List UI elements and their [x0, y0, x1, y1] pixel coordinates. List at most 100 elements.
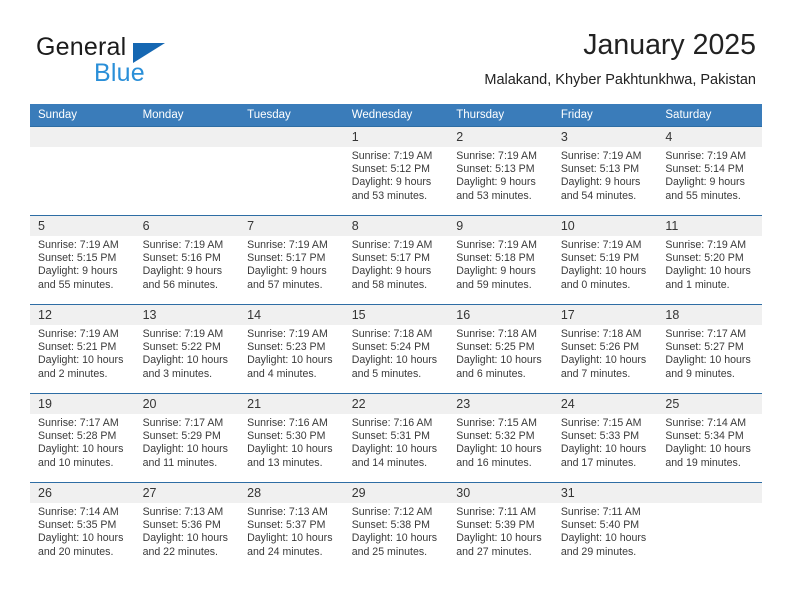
calendar-day-cell[interactable]: 10 Sunrise: 7:19 AM Sunset: 5:19 PM Dayligh…	[552, 215, 658, 305]
sunset-text: Sunset: 5:32 PM	[456, 430, 535, 443]
sunrise-text: Sunrise: 7:12 AM	[351, 506, 433, 518]
calendar-day-cell[interactable]: 19 Sunrise: 7:17 AM Sunset: 5:28 PM Dayligh…	[30, 393, 135, 483]
calendar-day-cell[interactable]: 25 Sunrise: 7:14 AM Sunset: 5:34 PM Dayligh…	[657, 393, 762, 483]
calendar-day-cell[interactable]: 5 Sunrise: 7:19 AM Sunset: 5:15 PM Daylight…	[30, 215, 135, 305]
sunset-text: Sunset: 5:30 PM	[247, 430, 326, 443]
daylight-text-line1: Daylight: 10 hours	[456, 443, 542, 456]
day-number: 3	[552, 127, 658, 147]
calendar-day-cell[interactable]: 29 Sunrise: 7:12 AM Sunset: 5:38 PM Dayligh…	[343, 482, 449, 571]
calendar-day-cell[interactable]: 2 Sunrise: 7:19 AM Sunset: 5:13 PM Daylight…	[448, 126, 553, 216]
sunrise-text: Sunrise: 7:11 AM	[456, 506, 537, 518]
calendar-day-cell[interactable]: 13 Sunrise: 7:19 AM Sunset: 5:22 PM Dayligh…	[134, 304, 240, 394]
calendar-day-cell[interactable]: 14 Sunrise: 7:19 AM Sunset: 5:23 PM Dayligh…	[239, 304, 344, 394]
day-number: 10	[552, 216, 658, 236]
sunrise-text: Sunrise: 7:17 AM	[665, 328, 747, 340]
day-sun-details: Sunrise: 7:17 AM Sunset: 5:28 PM Daylight:…	[30, 414, 135, 470]
daylight-text-line2: and 53 minutes.	[351, 189, 428, 202]
day-number: 8	[343, 216, 449, 236]
calendar-empty-cell	[239, 126, 344, 216]
sunrise-text: Sunrise: 7:17 AM	[38, 417, 119, 429]
daylight-text-line1: Daylight: 10 hours	[560, 532, 647, 545]
day-sun-details: Sunrise: 7:17 AM Sunset: 5:29 PM Daylight:…	[135, 414, 240, 470]
day-number: 2	[448, 127, 553, 147]
sunset-text: Sunset: 5:14 PM	[665, 163, 744, 176]
calendar-week-row: 12 Sunrise: 7:19 AM Sunset: 5:21 PM Dayligh…	[30, 304, 762, 394]
calendar-empty-cell	[30, 126, 135, 216]
sunset-text: Sunset: 5:24 PM	[351, 341, 431, 354]
daylight-text-line2: and 25 minutes.	[351, 545, 428, 558]
sunrise-text: Sunrise: 7:15 AM	[456, 417, 537, 429]
sunrise-text: Sunrise: 7:19 AM	[142, 328, 224, 340]
calendar-day-cell[interactable]: 20 Sunrise: 7:17 AM Sunset: 5:29 PM Dayligh…	[134, 393, 240, 483]
sunset-text: Sunset: 5:13 PM	[560, 163, 640, 176]
sunset-text: Sunset: 5:12 PM	[351, 163, 431, 176]
daylight-text-line2: and 20 minutes.	[38, 545, 114, 558]
sunset-text: Sunset: 5:17 PM	[351, 252, 431, 265]
calendar-day-cell[interactable]: 17 Sunrise: 7:18 AM Sunset: 5:26 PM Dayligh…	[552, 304, 658, 394]
day-sun-details: Sunrise: 7:19 AM Sunset: 5:22 PM Daylight:…	[135, 325, 240, 381]
calendar-day-cell[interactable]: 1 Sunrise: 7:19 AM Sunset: 5:12 PM Daylight…	[343, 126, 449, 216]
day-sun-details: Sunrise: 7:19 AM Sunset: 5:12 PM Daylight:…	[344, 147, 449, 203]
day-sun-details: Sunrise: 7:19 AM Sunset: 5:20 PM Daylight:…	[657, 236, 762, 292]
calendar-day-cell[interactable]: 16 Sunrise: 7:18 AM Sunset: 5:25 PM Dayligh…	[448, 304, 553, 394]
daylight-text-line1: Daylight: 10 hours	[247, 354, 333, 367]
daylight-text-line2: and 2 minutes.	[38, 367, 108, 380]
day-sun-details: Sunrise: 7:18 AM Sunset: 5:26 PM Daylight:…	[553, 325, 658, 381]
daylight-text-line2: and 6 minutes.	[456, 367, 526, 380]
sunrise-text: Sunrise: 7:18 AM	[456, 328, 537, 340]
calendar-day-cell[interactable]: 4 Sunrise: 7:19 AM Sunset: 5:14 PM Daylight…	[657, 126, 762, 216]
sunrise-text: Sunrise: 7:19 AM	[247, 239, 328, 251]
calendar-day-cell[interactable]: 21 Sunrise: 7:16 AM Sunset: 5:30 PM Dayligh…	[239, 393, 344, 483]
day-number: 25	[657, 394, 762, 414]
day-number: 15	[343, 305, 449, 325]
daylight-text-line2: and 16 minutes.	[456, 456, 532, 469]
calendar-day-cell[interactable]: 22 Sunrise: 7:16 AM Sunset: 5:31 PM Dayligh…	[343, 393, 449, 483]
calendar-day-cell[interactable]: 18 Sunrise: 7:17 AM Sunset: 5:27 PM Dayligh…	[657, 304, 762, 394]
daylight-text-line2: and 9 minutes.	[665, 367, 735, 380]
calendar-day-cell[interactable]: 15 Sunrise: 7:18 AM Sunset: 5:24 PM Dayligh…	[343, 304, 449, 394]
sunset-text: Sunset: 5:20 PM	[665, 252, 744, 265]
day-sun-details: Sunrise: 7:18 AM Sunset: 5:24 PM Daylight:…	[344, 325, 449, 381]
calendar-day-cell[interactable]: 24 Sunrise: 7:15 AM Sunset: 5:33 PM Dayligh…	[552, 393, 658, 483]
page-subtitle: Malakand, Khyber Pakhtunkhwa, Pakistan	[484, 72, 756, 88]
calendar-day-cell[interactable]: 7 Sunrise: 7:19 AM Sunset: 5:17 PM Daylight…	[239, 215, 344, 305]
day-number: 18	[657, 305, 762, 325]
day-number: 30	[448, 483, 553, 503]
daylight-text-line2: and 56 minutes.	[142, 278, 218, 291]
day-number: 16	[448, 305, 553, 325]
day-sun-details: Sunrise: 7:19 AM Sunset: 5:18 PM Daylight:…	[448, 236, 553, 292]
brand-logo[interactable]: General Blue	[36, 33, 256, 89]
calendar-day-cell[interactable]: 28 Sunrise: 7:13 AM Sunset: 5:37 PM Dayligh…	[239, 482, 344, 571]
calendar-day-cell[interactable]: 6 Sunrise: 7:19 AM Sunset: 5:16 PM Daylight…	[134, 215, 240, 305]
calendar-day-cell[interactable]: 30 Sunrise: 7:11 AM Sunset: 5:39 PM Dayligh…	[448, 482, 553, 571]
calendar-day-cell[interactable]: 3 Sunrise: 7:19 AM Sunset: 5:13 PM Daylight…	[552, 126, 658, 216]
calendar-week-row: 26 Sunrise: 7:14 AM Sunset: 5:35 PM Dayligh…	[30, 482, 762, 571]
sunrise-text: Sunrise: 7:17 AM	[142, 417, 224, 429]
calendar-day-cell[interactable]: 23 Sunrise: 7:15 AM Sunset: 5:32 PM Dayligh…	[448, 393, 553, 483]
daylight-text-line1: Daylight: 10 hours	[247, 532, 333, 545]
sunrise-text: Sunrise: 7:16 AM	[351, 417, 433, 429]
daylight-text-line1: Daylight: 10 hours	[247, 443, 333, 456]
calendar-day-cell[interactable]: 12 Sunrise: 7:19 AM Sunset: 5:21 PM Dayligh…	[30, 304, 135, 394]
daylight-text-line2: and 57 minutes.	[247, 278, 323, 291]
day-number: 22	[343, 394, 449, 414]
day-sun-details: Sunrise: 7:15 AM Sunset: 5:32 PM Daylight:…	[448, 414, 553, 470]
daylight-text-line2: and 11 minutes.	[142, 456, 218, 469]
day-number: 1	[343, 127, 449, 147]
daylight-text-line1: Daylight: 10 hours	[560, 354, 647, 367]
daylight-text-line1: Daylight: 10 hours	[142, 443, 228, 456]
page-header: General Blue January 2025 Malakand, Khyb…	[0, 0, 792, 100]
sunrise-text: Sunrise: 7:19 AM	[560, 150, 642, 162]
daylight-text-line2: and 17 minutes.	[560, 456, 637, 469]
calendar-day-cell[interactable]: 26 Sunrise: 7:14 AM Sunset: 5:35 PM Dayligh…	[30, 482, 135, 571]
daylight-text-line1: Daylight: 9 hours	[665, 176, 745, 189]
day-number: 21	[239, 394, 344, 414]
calendar-day-cell[interactable]: 8 Sunrise: 7:19 AM Sunset: 5:17 PM Daylight…	[343, 215, 449, 305]
day-number: 11	[657, 216, 762, 236]
sunset-text: Sunset: 5:22 PM	[142, 341, 221, 354]
calendar-day-cell[interactable]: 27 Sunrise: 7:13 AM Sunset: 5:36 PM Dayligh…	[134, 482, 240, 571]
calendar-header-row: Sunday Monday Tuesday Wednesday Thursday Frid…	[30, 104, 762, 127]
calendar-day-cell[interactable]: 31 Sunrise: 7:11 AM Sunset: 5:40 PM Dayligh…	[552, 482, 658, 571]
calendar-day-cell[interactable]: 9 Sunrise: 7:19 AM Sunset: 5:18 PM Daylight…	[448, 215, 553, 305]
calendar-day-cell[interactable]: 11 Sunrise: 7:19 AM Sunset: 5:20 PM Dayligh…	[657, 215, 762, 305]
